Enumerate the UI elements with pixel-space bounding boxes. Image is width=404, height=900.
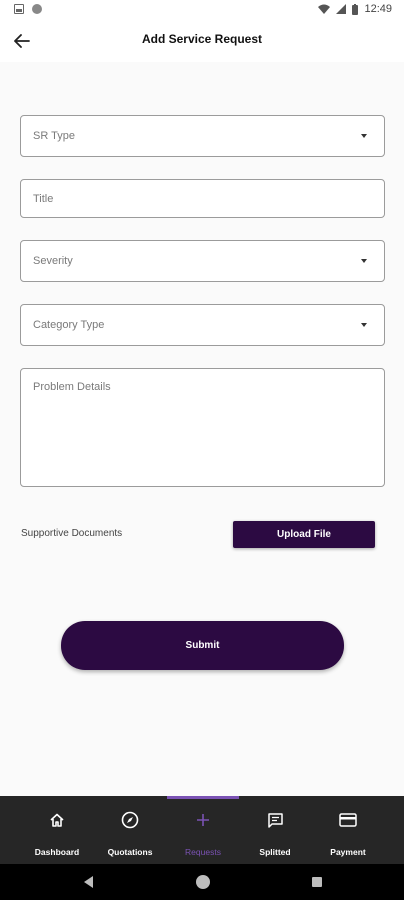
dropdown-caret-icon <box>361 323 367 327</box>
app-bar: Add Service Request <box>0 20 404 62</box>
nav-item-payment[interactable]: Payment <box>312 796 384 864</box>
nav-item-requests[interactable]: Requests <box>167 796 239 864</box>
nav-item-quotations[interactable]: Quotations <box>94 796 166 864</box>
submit-label: Submit <box>185 640 220 651</box>
system-recents-icon[interactable] <box>312 877 322 887</box>
status-right: 12:49 <box>318 3 392 15</box>
nav-item-dashboard[interactable]: Dashboard <box>21 796 93 864</box>
title-input[interactable]: Title <box>20 179 385 218</box>
category-type-placeholder: Category Type <box>33 319 105 331</box>
system-home-icon[interactable] <box>196 875 210 889</box>
nav-label-quotations: Quotations <box>107 847 153 857</box>
title-placeholder: Title <box>33 193 54 205</box>
system-nav-bar <box>0 864 404 900</box>
severity-dropdown[interactable]: Severity <box>20 240 385 282</box>
circle-notification-icon <box>32 4 42 14</box>
nav-item-splitted[interactable]: Splitted <box>239 796 311 864</box>
status-left <box>14 4 42 14</box>
sr-type-placeholder: SR Type <box>33 130 75 142</box>
supportive-documents-label: Supportive Documents <box>21 528 123 539</box>
system-back-icon[interactable] <box>84 876 93 888</box>
submit-button[interactable]: Submit <box>61 621 344 670</box>
severity-placeholder: Severity <box>33 255 73 267</box>
wifi-icon <box>318 4 331 14</box>
compass-icon <box>120 810 140 830</box>
page-title: Add Service Request <box>141 32 263 46</box>
gallery-notification-icon <box>14 4 24 14</box>
nav-label-requests: Requests <box>185 847 221 857</box>
status-bar: 12:49 <box>0 0 404 20</box>
upload-file-button[interactable]: Upload File <box>233 521 375 548</box>
card-icon <box>338 810 358 830</box>
dropdown-caret-icon <box>361 259 367 263</box>
dropdown-caret-icon <box>361 134 367 138</box>
nav-label-splitted: Splitted <box>259 847 291 857</box>
nav-label-payment: Payment <box>330 847 366 857</box>
problem-details-placeholder: Problem Details <box>33 381 111 393</box>
category-type-dropdown[interactable]: Category Type <box>20 304 385 346</box>
problem-details-textarea[interactable]: Problem Details <box>20 368 385 487</box>
upload-file-label: Upload File <box>277 529 331 540</box>
sr-type-dropdown[interactable]: SR Type <box>20 115 385 157</box>
bottom-nav: Dashboard Quotations Requests Splitted P… <box>0 796 404 864</box>
chat-icon <box>265 810 285 830</box>
signal-icon <box>336 4 347 14</box>
battery-icon <box>352 3 359 15</box>
plus-icon <box>193 810 213 830</box>
home-icon <box>47 810 67 830</box>
nav-label-dashboard: Dashboard <box>34 847 80 857</box>
status-time: 12:49 <box>364 3 392 15</box>
